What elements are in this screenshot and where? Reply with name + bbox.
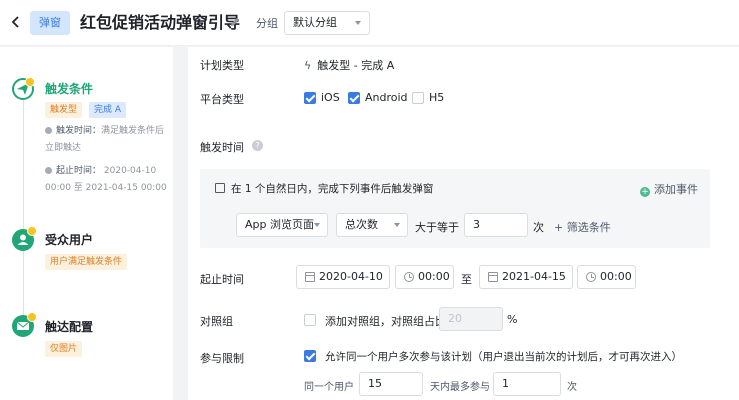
group-select[interactable]: 默认分组: [284, 11, 370, 35]
period-summary: 起止时间： 2020-04-10 00:00 至 2021-04-15 00:0…: [45, 166, 167, 193]
completed-check-icon: [25, 77, 35, 87]
trigger-time-summary: 触发时间：满足触发条件后 立即触达: [45, 126, 165, 153]
completed-check-icon: [27, 312, 37, 322]
control-group-text: 添加对照组，对照组占比: [325, 315, 446, 328]
count-input[interactable]: 3: [464, 213, 528, 237]
plan-form: 计划类型 ϟ 触发型 - 完成 A 平台类型 iOS Android H5 触发时…: [188, 47, 739, 400]
end-time-input[interactable]: 00:00: [577, 265, 636, 289]
plan-type-label: 计划类型: [200, 59, 244, 72]
filter-button[interactable]: + 筛选条件: [554, 219, 611, 235]
control-ratio-input[interactable]: 20: [439, 307, 503, 331]
limit-label: 参与限制: [200, 352, 244, 365]
platform-label: 平台类型: [200, 93, 244, 106]
allow-repeat-text: 允许同一个用户多次参与该计划（用户退出当前次的计划后，才可再次进入）: [325, 351, 682, 363]
clock-icon: [404, 272, 414, 282]
timeline-line: [23, 91, 24, 326]
times-unit: 次: [533, 221, 544, 234]
event-select[interactable]: App 浏览页面: [236, 213, 328, 237]
end-date-input[interactable]: 2021-04-15: [479, 265, 573, 289]
max-times-unit: 次: [567, 382, 577, 393]
completed-check-icon: [27, 226, 37, 236]
calendar-icon: [305, 272, 315, 282]
delivery-tag: 仅图片: [45, 341, 83, 357]
start-time-input[interactable]: 00:00: [395, 265, 454, 289]
allow-repeat-checkbox[interactable]: [304, 350, 316, 362]
group-label: 分组: [256, 17, 278, 30]
page-title: 红包促销活动弹窗引导: [80, 13, 241, 32]
group-select-value: 默认分组: [293, 16, 337, 29]
control-group-label: 对照组: [200, 315, 233, 328]
ios-checkbox[interactable]: [304, 92, 316, 104]
top-bar: 弹窗 红包促销活动弹窗引导 分组 默认分组: [0, 0, 739, 46]
chevron-left-icon[interactable]: [8, 14, 24, 30]
chevron-down-icon: [394, 223, 400, 227]
trigger-rule-panel: 在 1 个自然日内，完成下列事件后触发弹窗 + 添加事件 App 浏览页面 总次数…: [200, 169, 710, 248]
audience-tag: 用户满足触发条件: [45, 254, 128, 270]
days-input[interactable]: 15: [359, 372, 423, 396]
mail-icon: [12, 312, 37, 337]
clock-icon: [45, 127, 52, 134]
help-icon[interactable]: ?: [252, 140, 263, 151]
h5-checkbox[interactable]: [412, 92, 424, 104]
operator-label: 大于等于: [415, 221, 459, 234]
calendar-icon: [488, 272, 498, 282]
ios-label: iOS: [321, 91, 340, 104]
h5-label: H5: [429, 91, 445, 104]
android-checkbox[interactable]: [348, 92, 360, 104]
plan-type-value: ϟ 触发型 - 完成 A: [304, 59, 395, 72]
max-times-input[interactable]: 1: [493, 372, 561, 396]
range-separator: 至: [461, 273, 472, 286]
user-icon: [12, 226, 37, 251]
step-audience-title[interactable]: 受众用户: [45, 231, 93, 248]
step-sidebar: 触发条件 触发型 完成 A 触发时间：满足触发条件后 立即触达 起止时间： 20…: [0, 47, 173, 400]
calendar-icon: [45, 167, 52, 174]
same-user-label: 同一个用户: [304, 382, 354, 393]
type-badge: 弹窗: [30, 11, 70, 35]
period-label: 起止时间: [200, 273, 244, 286]
clock-icon: [586, 272, 596, 282]
step-trigger-title[interactable]: 触发条件: [45, 80, 93, 97]
max-label: 天内最多参与: [430, 382, 490, 393]
event-tag: 完成 A: [89, 102, 127, 118]
metric-select[interactable]: 总次数: [336, 213, 408, 237]
percent-unit: %: [507, 313, 518, 326]
trigger-type-tag: 触发型: [45, 102, 83, 118]
android-label: Android: [365, 91, 408, 104]
plus-icon: +: [640, 187, 650, 197]
step-delivery-title[interactable]: 触达配置: [45, 318, 93, 335]
control-group-checkbox[interactable]: [304, 314, 316, 326]
rule-sentence: 在 1 个自然日内，完成下列事件后触发弹窗: [231, 183, 434, 195]
chevron-down-icon: [314, 223, 320, 227]
collapse-icon[interactable]: [215, 183, 225, 193]
lightning-icon: ϟ: [304, 59, 312, 72]
add-event-button[interactable]: + 添加事件: [640, 181, 698, 197]
pencil-icon[interactable]: [229, 16, 241, 28]
trigger-time-label: 触发时间: [200, 141, 244, 154]
send-icon: [12, 77, 35, 100]
start-date-input[interactable]: 2020-04-10: [296, 265, 390, 289]
chevron-down-icon: [355, 21, 361, 25]
